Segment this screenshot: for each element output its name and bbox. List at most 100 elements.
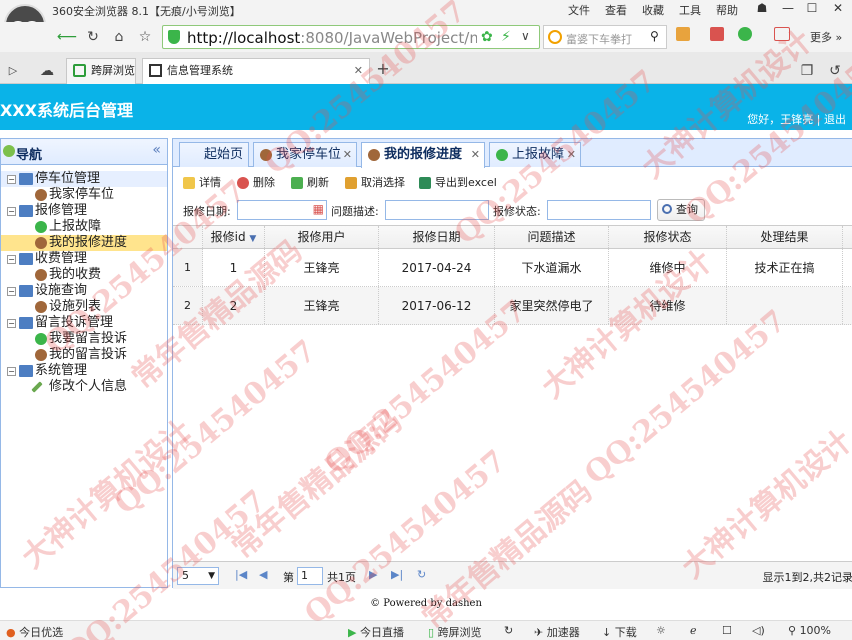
mail-icon[interactable] xyxy=(710,27,724,41)
close-tab-icon[interactable]: ✕ xyxy=(343,143,352,166)
address-bar[interactable]: http://localhost:8080/JavaWebProject/mai… xyxy=(162,25,540,49)
close-window-icon[interactable]: ✕ xyxy=(828,1,848,19)
refresh-button[interactable]: 刷新 xyxy=(289,174,329,192)
status-accelerator[interactable]: ✈ 加速器 xyxy=(534,624,580,640)
search-icon[interactable]: ⚲ xyxy=(650,29,659,43)
menu-view[interactable]: 查看 xyxy=(605,2,627,18)
tree-item-report-fault[interactable]: 上报故障 xyxy=(1,219,167,235)
tree-group-fees[interactable]: − 收费管理 xyxy=(1,251,167,267)
more-menu[interactable]: 更多 » xyxy=(810,29,842,45)
tree-group-parking[interactable]: − 停车位管理 xyxy=(1,171,167,187)
tree-item-my-repair-progress[interactable]: 我的报修进度 xyxy=(1,235,167,251)
detail-button[interactable]: 详情 xyxy=(181,174,221,192)
home-icon[interactable]: ⌂ xyxy=(108,26,130,48)
calendar-icon[interactable]: ▦ xyxy=(313,202,324,216)
tree-item-my-parking[interactable]: 我家停车位 xyxy=(1,187,167,203)
repair-date-input[interactable]: ▦ xyxy=(237,200,327,220)
restore-tab-icon[interactable]: ↺ xyxy=(824,60,846,82)
first-page-icon[interactable]: |◀ xyxy=(235,568,247,581)
status-today-picks[interactable]: ● 今日优选 xyxy=(6,624,63,640)
status-live[interactable]: ▶ 今日直播 xyxy=(348,624,404,640)
menu-file[interactable]: 文件 xyxy=(568,2,590,18)
menu-tools[interactable]: 工具 xyxy=(679,2,701,18)
status-crossscreen[interactable]: ▯ 跨屏浏览 xyxy=(428,624,482,640)
minimize-icon[interactable]: — xyxy=(778,1,798,19)
skin-icon[interactable]: ☗ xyxy=(752,1,772,19)
reload-page-icon[interactable]: ↻ xyxy=(417,568,426,581)
tree-toggle-icon[interactable]: − xyxy=(7,207,16,216)
refresh-icon[interactable]: ↻ xyxy=(504,624,513,637)
tree-toggle-icon[interactable]: − xyxy=(7,319,16,328)
column-header-desc[interactable]: 问题描述 xyxy=(495,226,609,248)
column-header-id[interactable]: 报修id ▼ xyxy=(203,226,265,248)
query-button[interactable]: 查询 xyxy=(657,199,705,221)
repair-status-input[interactable] xyxy=(547,200,651,220)
column-header-user[interactable]: 报修用户 xyxy=(265,226,379,248)
ie-icon[interactable]: ℯ xyxy=(690,624,697,637)
page-size-select[interactable]: 5 ▼ xyxy=(177,567,219,585)
status-download[interactable]: ↓ 下载 xyxy=(602,624,637,640)
apps-icon[interactable] xyxy=(676,27,690,41)
sound-icon[interactable]: ◁) xyxy=(752,624,765,637)
tree-item-my-complaints[interactable]: 我的留言投诉 xyxy=(1,347,167,363)
lightning-icon[interactable]: ⚡ xyxy=(501,29,511,45)
table-row[interactable]: 1 1 王锋亮 2017-04-24 下水道漏水 维修中 技术正在搞 xyxy=(173,249,852,287)
adblock-icon[interactable] xyxy=(774,27,790,41)
tab-my-repair-progress[interactable]: 我的报修进度 ✕ xyxy=(361,142,485,168)
tab-report-fault[interactable]: 上报故障 ✕ xyxy=(489,142,581,167)
row-number: 1 xyxy=(173,249,203,286)
tree-toggle-icon[interactable]: − xyxy=(7,255,16,264)
last-page-icon[interactable]: ▶| xyxy=(391,568,403,581)
tree-group-facilities[interactable]: − 设施查询 xyxy=(1,283,167,299)
sidebar-toggle-icon[interactable]: ▷ xyxy=(2,60,24,82)
zoom-level[interactable]: ⚲ 100% xyxy=(788,624,831,637)
logout-link[interactable]: 退出 xyxy=(824,113,846,126)
menu-favorites[interactable]: 收藏 xyxy=(642,2,664,18)
close-tab-icon[interactable]: ✕ xyxy=(471,143,480,166)
back-icon[interactable]: ⟵ xyxy=(56,26,78,48)
close-tab-icon[interactable]: ✕ xyxy=(567,143,576,166)
export-excel-button[interactable]: 导出到excel xyxy=(417,174,497,192)
gear-icon[interactable]: ✿ xyxy=(481,29,493,45)
reload-icon[interactable]: ↻ xyxy=(82,26,104,48)
table-row[interactable]: 2 2 王锋亮 2017-06-12 家里突然停电了 待维修 xyxy=(173,287,852,325)
tree-toggle-icon[interactable]: − xyxy=(7,367,16,376)
delete-button[interactable]: 删除 xyxy=(235,174,275,192)
tree-item-my-fees[interactable]: 我的收费 xyxy=(1,267,167,283)
tree-group-complaints[interactable]: − 留言投诉管理 xyxy=(1,315,167,331)
search-input[interactable]: 富婆下车拳打 xyxy=(566,31,646,47)
browser-tab-info-system[interactable]: 信息管理系统 ✕ xyxy=(142,58,370,84)
next-page-icon[interactable]: ▶ xyxy=(369,568,377,581)
tree-item-facility-list[interactable]: 设施列表 xyxy=(1,299,167,315)
search-box[interactable]: 富婆下车拳打 ⚲ xyxy=(543,25,667,49)
tab-start-page[interactable]: 起始页 xyxy=(179,142,249,167)
page-total: 共1页 xyxy=(327,571,356,584)
guard-icon[interactable] xyxy=(738,27,752,41)
issue-desc-input[interactable] xyxy=(385,200,489,220)
unselect-button[interactable]: 取消选择 xyxy=(343,174,405,192)
tree-group-system[interactable]: − 系统管理 xyxy=(1,363,167,379)
new-tab-icon[interactable]: + xyxy=(372,58,394,80)
tree-toggle-icon[interactable]: − xyxy=(7,287,16,296)
page-number-input[interactable]: 1 xyxy=(297,567,323,585)
tree-item-submit-complaint[interactable]: 我要留言投诉 xyxy=(1,331,167,347)
menu-help[interactable]: 帮助 xyxy=(716,2,738,18)
window-icon[interactable]: ☐ xyxy=(722,624,732,637)
browser-tab-crossscreen[interactable]: 跨屏浏览 xyxy=(66,58,136,84)
clean-icon[interactable]: ☼ xyxy=(656,624,666,637)
chevron-down-icon[interactable]: ∨ xyxy=(521,29,530,43)
column-header-result[interactable]: 处理结果 xyxy=(727,226,843,248)
star-icon[interactable]: ☆ xyxy=(134,26,156,48)
maximize-icon[interactable]: ☐ xyxy=(802,1,822,19)
collapse-icon[interactable]: « xyxy=(152,142,161,158)
prev-page-icon[interactable]: ◀ xyxy=(259,568,267,581)
tree-item-edit-profile[interactable]: 修改个人信息 xyxy=(1,379,167,395)
tree-group-repair[interactable]: − 报修管理 xyxy=(1,203,167,219)
column-header-status[interactable]: 报修状态 xyxy=(609,226,727,248)
tab-my-parking[interactable]: 我家停车位 ✕ xyxy=(253,142,357,167)
tab-list-icon[interactable]: ❐ xyxy=(796,60,818,82)
cloud-icon[interactable]: ☁ xyxy=(36,60,58,82)
tree-toggle-icon[interactable]: − xyxy=(7,175,16,184)
close-tab-icon[interactable]: ✕ xyxy=(354,59,363,83)
column-header-date[interactable]: 报修日期 xyxy=(379,226,495,248)
